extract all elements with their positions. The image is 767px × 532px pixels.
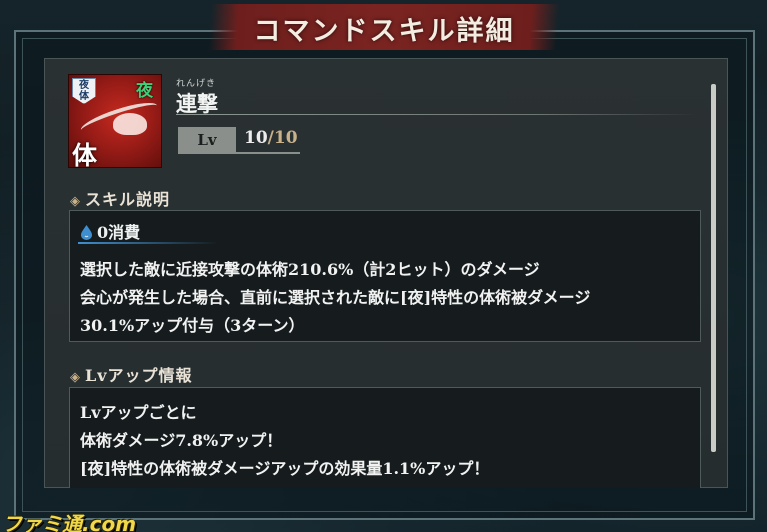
diamond-icon: ◈ [70,194,81,209]
badge-top-label: 夜 [79,80,89,91]
body-attribute-badge: 体 [72,141,98,170]
watermark-logo: ファミ通.com [2,512,137,532]
level-value: 10/10 [244,128,298,148]
level-underline [236,152,300,154]
cost-underline [78,242,218,244]
levelup-heading: ◈ Lvアップ情報 [70,362,193,386]
badge-top-body: 体 [79,91,89,102]
levelup-line: 体術ダメージ7.8%アップ！ [80,431,283,450]
night-attribute-badge: 夜 [136,81,153,101]
skill-description-heading: ◈ スキル説明 [70,186,170,210]
levelup-line: Lvアップごとに [80,403,197,422]
level-max: 10 [273,128,298,148]
diamond-icon: ◈ [70,370,81,385]
scrollbar[interactable] [711,84,716,452]
cost-text: 0消費 [97,223,141,242]
level-label: Lv [178,127,236,154]
cost-row: 0消費 [80,219,140,243]
name-divider [176,114,696,115]
levelup-line: [夜]特性の体術被ダメージアップの効果量1.1%アップ！ [80,459,490,478]
water-drop-icon [81,225,92,240]
description-line: 選択した敵に近接攻撃の体術210.6%（計2ヒット）のダメージ [80,260,540,279]
levelup-heading-text: Lvアップ情報 [85,366,193,385]
description-line: 会心が発生した場合、直前に選択された敵に[夜]特性の体術被ダメージ [80,288,591,307]
figure-shape [113,113,147,135]
page-title: コマンドスキル詳細 [253,16,515,47]
description-line: 30.1%アップ付与（3ターン） [80,316,305,335]
skill-description-heading-text: スキル説明 [85,190,171,209]
level-current: 10 [244,128,268,148]
